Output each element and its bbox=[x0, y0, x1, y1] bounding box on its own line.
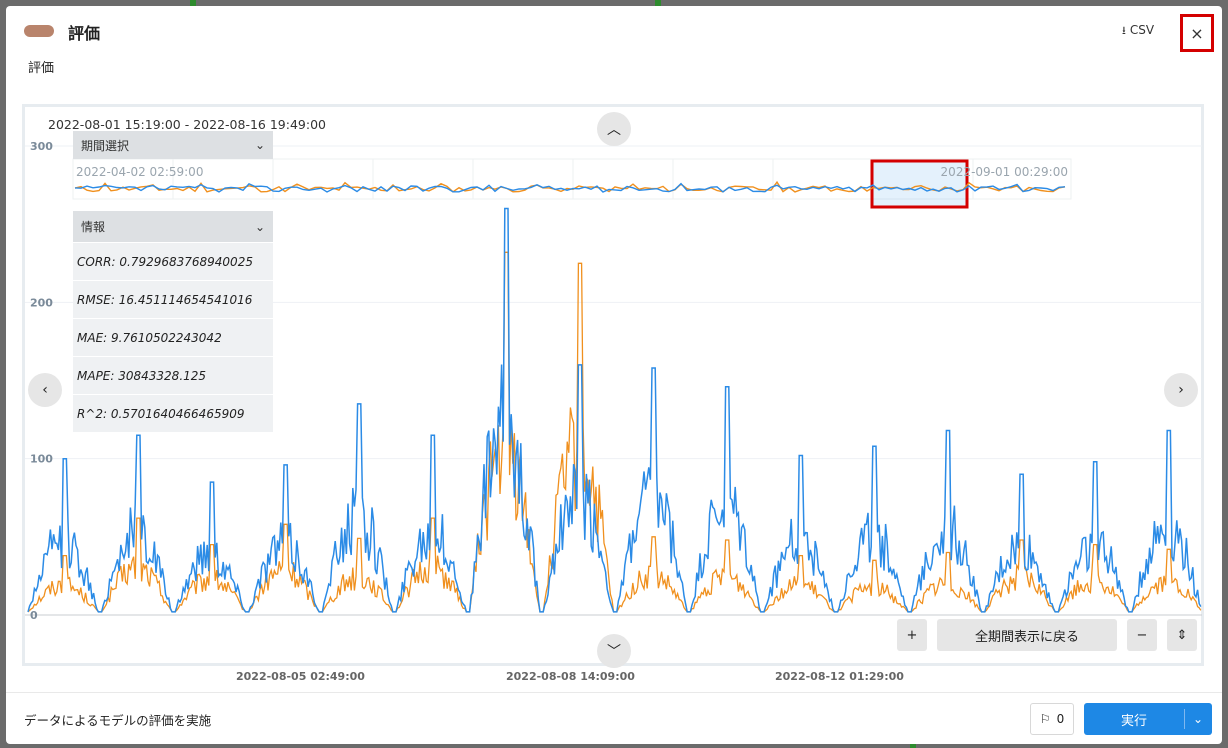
run-label: 実行 bbox=[1120, 713, 1147, 729]
comment-count: 0 bbox=[1056, 712, 1065, 726]
metric-corr: CORR: 0.7929683768940025 bbox=[73, 242, 273, 280]
x-tick-label: 2022-08-05 02:49:00 bbox=[236, 670, 365, 683]
footer-divider bbox=[6, 692, 1222, 693]
metric-r2: R^2: 0.5701640466465909 bbox=[73, 394, 273, 432]
y-tick-label: 100 bbox=[30, 453, 53, 466]
period-select-dropdown[interactable]: 期間選択 ⌄ bbox=[73, 131, 273, 159]
metric-mae: MAE: 9.7610502243042 bbox=[73, 318, 273, 356]
metrics-list: CORR: 0.7929683768940025 RMSE: 16.451114… bbox=[73, 242, 273, 432]
navigator-start-label: 2022-04-02 02:59:00 bbox=[76, 165, 203, 179]
y-tick-label: 300 bbox=[30, 140, 53, 153]
metric-mape: MAPE: 30843328.125 bbox=[73, 356, 273, 394]
chevron-down-icon: ⌄ bbox=[254, 138, 265, 152]
pan-left-button[interactable]: ‹ bbox=[28, 373, 62, 407]
info-panel-toggle[interactable]: 情報 ⌄ bbox=[73, 211, 273, 242]
y-tick-label: 200 bbox=[30, 296, 53, 309]
chevron-down-icon: ⌄ bbox=[254, 219, 265, 234]
x-tick-label: 2022-08-12 01:29:00 bbox=[775, 670, 904, 683]
scroll-down-button[interactable]: ﹀ bbox=[597, 634, 631, 668]
info-panel-label: 情報 bbox=[81, 220, 106, 234]
zoom-out-button[interactable]: − bbox=[1127, 619, 1157, 651]
metric-rmse: RMSE: 16.451114654541016 bbox=[73, 280, 273, 318]
reset-period-button[interactable]: 全期間表示に戻る bbox=[937, 619, 1117, 651]
pan-right-button[interactable]: › bbox=[1164, 373, 1198, 407]
chevron-up-icon: ︿ bbox=[607, 122, 621, 138]
fit-height-button[interactable]: ⇕ bbox=[1167, 619, 1197, 651]
evaluation-dialog: 評価 ⭳ CSV × 評価 2022-04-02 02:59:00 2022-09-… bbox=[6, 6, 1222, 744]
zoom-in-button[interactable]: + bbox=[897, 619, 927, 651]
navigator-end-label: 2022-09-01 00:29:00 bbox=[941, 165, 1068, 179]
footer-description: データによるモデルの評価を実施 bbox=[24, 713, 212, 728]
chevron-down-icon: ﹀ bbox=[607, 644, 621, 660]
scroll-up-button[interactable]: ︿ bbox=[597, 112, 631, 146]
comment-button[interactable]: ⚐ 0 bbox=[1030, 703, 1074, 735]
chevron-right-icon: › bbox=[1178, 382, 1184, 398]
x-tick-label: 2022-08-08 14:09:00 bbox=[506, 670, 635, 683]
chevron-down-icon[interactable]: ⌄ bbox=[1184, 703, 1212, 735]
date-range-label: 2022-08-01 15:19:00 - 2022-08-16 19:49:0… bbox=[48, 117, 326, 132]
flag-icon: ⚐ bbox=[1039, 712, 1051, 726]
period-select-label: 期間選択 bbox=[81, 138, 130, 153]
chevron-left-icon: ‹ bbox=[42, 382, 48, 398]
run-button[interactable]: 実行 ⌄ bbox=[1084, 703, 1212, 735]
y-tick-label: 0 bbox=[30, 609, 38, 622]
